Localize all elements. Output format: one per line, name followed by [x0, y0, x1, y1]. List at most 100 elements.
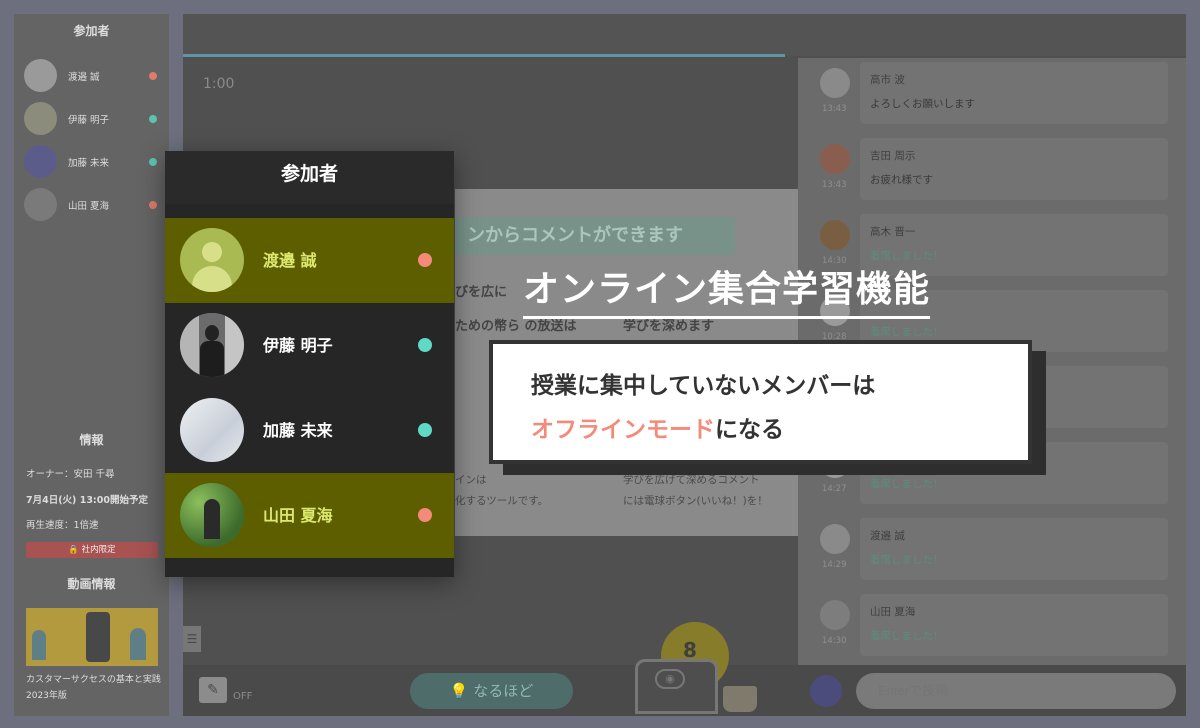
avatar: [24, 102, 57, 135]
chat-text: お疲れ様です: [870, 174, 933, 186]
status-dot: [149, 157, 157, 166]
feature-callout: 授業に集中していないメンバーは オフラインモードになる: [489, 340, 1032, 464]
info-section-title: 情報: [79, 433, 104, 447]
avatar: [810, 675, 842, 707]
popup-participant[interactable]: 山田 夏海: [165, 473, 454, 558]
offline-status-dot: [418, 253, 432, 267]
chat-text: 着席しました！: [870, 478, 944, 490]
chat-text: よろしくお願いします: [870, 98, 975, 110]
default-avatar-icon: [180, 228, 244, 292]
participant-name: 山田 夏海: [263, 506, 333, 525]
slide-banner: ンからコメントができます: [455, 217, 735, 255]
avatar-photo-person: [204, 499, 220, 539]
participant-name: 伊藤 明子: [68, 114, 110, 126]
avatar: [820, 68, 850, 98]
chat-message: 14:29 渡邉 誠 着席しました！: [798, 518, 1186, 594]
edit-icon[interactable]: ✎: [199, 677, 227, 703]
popup-participant[interactable]: 伊藤 明子: [165, 303, 454, 388]
sidebar-participant[interactable]: 山田 夏海: [14, 183, 169, 226]
avatar: [24, 145, 57, 178]
chat-bubble: [860, 62, 1168, 124]
chat-author: 山田 夏海: [870, 606, 916, 618]
callout-text-line2: オフラインモードになる: [531, 410, 784, 444]
popup-title: 参加者: [165, 151, 454, 204]
chat-message: 14:30 山田 夏海 着席しました！: [798, 594, 1186, 670]
online-status-dot: [418, 338, 432, 352]
callout-rest: になる: [715, 417, 784, 443]
chat-author: 高木 晋一: [870, 226, 916, 238]
offline-status-dot: [418, 508, 432, 522]
chat-time: 14:30: [822, 256, 847, 266]
feature-headline: オンライン集合学習機能: [523, 266, 931, 319]
coffee-cup-illustration: [723, 686, 757, 712]
chat-bubble: [860, 518, 1168, 580]
avatar-body: [192, 266, 232, 292]
slide-caption: には電球ボタン(いいね！)を！: [623, 495, 768, 507]
participant-name: 加藤 未来: [68, 157, 110, 169]
callout-accent: オフラインモード: [531, 417, 715, 443]
speed-text: 再生速度：1倍速: [26, 520, 99, 531]
avatar: [180, 313, 244, 377]
popup-participant[interactable]: 渡邉 誠: [165, 218, 454, 303]
callout-text: 授業に集中していないメンバーは: [531, 373, 876, 399]
video-progress[interactable]: [183, 54, 785, 57]
avatar: [820, 524, 850, 554]
chat-time: 14:27: [822, 484, 847, 494]
chat-text: 着席しました！: [870, 554, 944, 566]
avatar-photo-head: [205, 325, 219, 341]
avatar: [180, 398, 244, 462]
avatar: [820, 144, 850, 174]
thumbnail-book: [86, 612, 110, 662]
naruhodo-button[interactable]: 💡 なるほど: [410, 673, 573, 709]
video-title: カスタマーサクセスの基本と実践 2023年版: [26, 675, 170, 701]
schedule-text: 7月4日(火) 13:00開始予定: [26, 495, 148, 506]
thumbnail-person: [32, 630, 46, 660]
menu-icon[interactable]: ☰: [183, 626, 201, 652]
laptop-logo-icon: ◉: [655, 669, 685, 689]
online-status-dot: [418, 423, 432, 437]
slide-text: びを広に: [455, 285, 508, 300]
participant-name: 伊藤 明子: [263, 336, 333, 355]
avatar: [820, 600, 850, 630]
thumbnail-person: [130, 628, 146, 660]
popup-participant[interactable]: 加藤 未来: [165, 388, 454, 473]
slide-caption: インは: [455, 474, 487, 486]
chat-message: 13:43 吉田 周示 お疲れ様です: [798, 138, 1186, 214]
sidebar-participant[interactable]: 渡邉 誠: [14, 54, 169, 97]
status-dot: [149, 200, 157, 209]
chat-author: 渡邉 誠: [870, 530, 905, 542]
avatar: [820, 220, 850, 250]
video-time: 1:00: [203, 76, 235, 92]
top-bar: [183, 14, 1186, 56]
avatar: [180, 483, 244, 547]
sidebar-participant-list: 渡邉 誠 伊藤 明子 加藤 未来 山田 夏海: [14, 54, 169, 226]
chat-input[interactable]: [856, 673, 1176, 709]
chat-author: 高市 波: [870, 74, 905, 86]
sidebar-participant[interactable]: 加藤 未来: [14, 140, 169, 183]
video-thumbnail[interactable]: [26, 608, 158, 666]
chat-text: 着席しました！: [870, 250, 944, 262]
avatar-head: [202, 242, 222, 262]
chat-input-bar: [798, 665, 1186, 716]
status-dot: [149, 114, 157, 123]
avatar: [24, 188, 57, 221]
chat-time: 14:30: [822, 636, 847, 646]
owner-text: オーナー：安田 千尋: [26, 469, 115, 480]
participant-name: 渡邉 誠: [263, 251, 317, 270]
participants-popup: 参加者 渡邉 誠 伊藤 明子 加藤 未来 山田 夏海: [165, 151, 454, 577]
chat-text: 着席しました！: [870, 630, 944, 642]
off-label: OFF: [233, 691, 253, 702]
chat-time: 13:43: [822, 104, 847, 114]
avatar-photo-body: [200, 341, 224, 377]
participant-name: 渡邉 誠: [68, 71, 100, 83]
chat-time: 13:43: [822, 180, 847, 190]
sidebar-title: 参加者: [73, 24, 110, 38]
status-dot: [149, 71, 157, 80]
restricted-badge: 🔒 社内限定: [26, 542, 158, 558]
sidebar-participant[interactable]: 伊藤 明子: [14, 97, 169, 140]
avatar: [24, 59, 57, 92]
slide-caption: 化するツールです。: [455, 495, 549, 507]
chat-message: 13:43 高市 波 よろしくお願いします: [798, 62, 1186, 138]
video-info-title: 動画情報: [67, 577, 116, 591]
chat-text: 着席しました！: [870, 326, 944, 338]
